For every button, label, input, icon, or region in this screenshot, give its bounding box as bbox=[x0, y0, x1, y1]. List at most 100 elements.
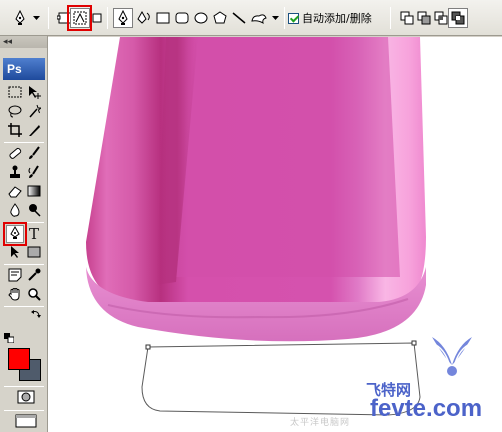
notes-tool[interactable] bbox=[6, 267, 24, 285]
default-colors-button[interactable] bbox=[3, 332, 15, 346]
preset-dropdown[interactable] bbox=[30, 8, 42, 28]
custom-shape-icon bbox=[250, 11, 268, 25]
bandage-icon bbox=[8, 146, 22, 163]
fill-pixels-button[interactable] bbox=[90, 8, 104, 28]
arrow-icon bbox=[9, 245, 21, 262]
separator bbox=[284, 7, 285, 29]
eyedropper-icon bbox=[27, 268, 41, 285]
brush-icon bbox=[27, 145, 41, 163]
history-brush-tool[interactable] bbox=[25, 164, 43, 182]
photoshop-logo[interactable]: Ps bbox=[3, 58, 45, 80]
rounded-rectangle-button[interactable] bbox=[172, 8, 192, 28]
ellipse-icon bbox=[194, 12, 208, 24]
dropdown-arrow-icon bbox=[271, 16, 279, 20]
move-icon bbox=[27, 85, 41, 102]
slice-tool[interactable] bbox=[25, 122, 43, 140]
separator bbox=[4, 410, 44, 411]
magnifier-icon bbox=[27, 287, 41, 304]
freeform-pen-button[interactable] bbox=[134, 8, 154, 28]
freeform-pen-icon bbox=[136, 10, 152, 26]
exclude-overlap-button[interactable] bbox=[448, 8, 468, 28]
toolbox: ◂◂ Ps T bbox=[0, 36, 48, 432]
dodge-tool[interactable] bbox=[25, 202, 43, 220]
auto-add-delete-checkbox[interactable] bbox=[288, 12, 299, 24]
highlight-box-paths bbox=[67, 5, 92, 31]
quick-mask-button[interactable] bbox=[16, 389, 36, 407]
dodge-icon bbox=[27, 203, 41, 220]
rectangle-button[interactable] bbox=[153, 8, 173, 28]
pen-button[interactable] bbox=[113, 8, 133, 28]
line-button[interactable] bbox=[229, 8, 249, 28]
foreground-color-swatch[interactable] bbox=[8, 348, 30, 370]
watermark-small-text: 太平洋电脑网 bbox=[290, 418, 351, 428]
line-icon bbox=[232, 11, 246, 25]
separator bbox=[4, 386, 44, 387]
fill-pixels-icon bbox=[92, 13, 102, 23]
path-anchor-point[interactable] bbox=[411, 340, 417, 346]
custom-shape-button[interactable] bbox=[249, 8, 269, 28]
rounded-rectangle-icon bbox=[175, 12, 189, 24]
brush-tool[interactable] bbox=[25, 145, 43, 163]
highlight-box-pen-tool bbox=[3, 222, 27, 246]
magic-wand-tool[interactable] bbox=[25, 103, 43, 121]
swap-colors-button[interactable] bbox=[30, 309, 42, 321]
bottle-artwork bbox=[86, 37, 472, 416]
separator bbox=[48, 7, 49, 29]
exclude-overlap-icon bbox=[451, 11, 465, 25]
quick-mask-icon bbox=[17, 390, 35, 407]
slice-icon bbox=[27, 123, 41, 140]
clone-stamp-tool[interactable] bbox=[6, 164, 24, 182]
history-brush-icon bbox=[27, 164, 41, 182]
move-tool[interactable] bbox=[25, 84, 43, 102]
rectangle-icon bbox=[156, 12, 170, 24]
subtract-from-path-icon bbox=[417, 11, 431, 25]
dropdown-arrow-icon bbox=[32, 16, 40, 20]
intersect-path-icon bbox=[434, 11, 448, 25]
separator bbox=[4, 306, 44, 307]
gradient-icon bbox=[27, 185, 41, 200]
screen-mode-icon bbox=[15, 414, 37, 431]
screen-mode-button[interactable] bbox=[14, 413, 38, 431]
blur-tool[interactable] bbox=[6, 202, 24, 220]
watermark-wings-logo bbox=[432, 337, 472, 376]
zoom-tool[interactable] bbox=[25, 286, 43, 304]
polygon-button[interactable] bbox=[210, 8, 230, 28]
note-icon bbox=[8, 268, 22, 285]
separator bbox=[107, 7, 108, 29]
default-colors-icon bbox=[4, 332, 15, 346]
stamp-icon bbox=[8, 165, 22, 182]
auto-add-delete-label: 自动添加/删除 bbox=[302, 12, 372, 25]
auto-add-delete-option[interactable]: 自动添加/删除 bbox=[288, 10, 372, 26]
bottle-center-panel bbox=[176, 37, 400, 277]
ellipse-button[interactable] bbox=[191, 8, 211, 28]
marquee-icon bbox=[8, 86, 22, 101]
hand-tool[interactable] bbox=[6, 286, 24, 304]
crop-icon bbox=[8, 122, 22, 140]
pen-icon bbox=[116, 10, 130, 26]
gradient-tool[interactable] bbox=[25, 183, 43, 201]
path-anchor-point[interactable] bbox=[145, 344, 151, 350]
custom-shape-dropdown[interactable] bbox=[269, 8, 281, 28]
add-to-path-icon bbox=[400, 11, 414, 25]
eraser-icon bbox=[8, 184, 22, 201]
toolbox-collapse-grip[interactable]: ◂◂ bbox=[0, 36, 47, 48]
eyedropper-tool[interactable] bbox=[25, 267, 43, 285]
collapse-arrows-icon: ◂◂ bbox=[3, 37, 13, 47]
pen-tool-icon bbox=[13, 10, 27, 26]
rectangle-icon bbox=[27, 246, 41, 261]
path-selection-tool[interactable] bbox=[6, 244, 24, 262]
lasso-tool[interactable] bbox=[6, 103, 24, 121]
document-canvas[interactable]: 太平洋电脑网 飞特网 fevte.com bbox=[48, 37, 502, 432]
crop-tool[interactable] bbox=[6, 122, 24, 140]
lasso-icon bbox=[8, 104, 22, 121]
rectangle-shape-tool[interactable] bbox=[25, 244, 43, 262]
type-tool[interactable]: T bbox=[25, 225, 43, 243]
eraser-tool[interactable] bbox=[6, 183, 24, 201]
pen-tool-preset-button[interactable] bbox=[10, 8, 30, 28]
marquee-tool[interactable] bbox=[6, 84, 24, 102]
magic-wand-icon bbox=[27, 104, 43, 121]
polygon-icon bbox=[213, 11, 227, 25]
watermark-site-text: fevte.com bbox=[370, 395, 483, 422]
separator bbox=[390, 7, 391, 29]
healing-brush-tool[interactable] bbox=[6, 145, 24, 163]
